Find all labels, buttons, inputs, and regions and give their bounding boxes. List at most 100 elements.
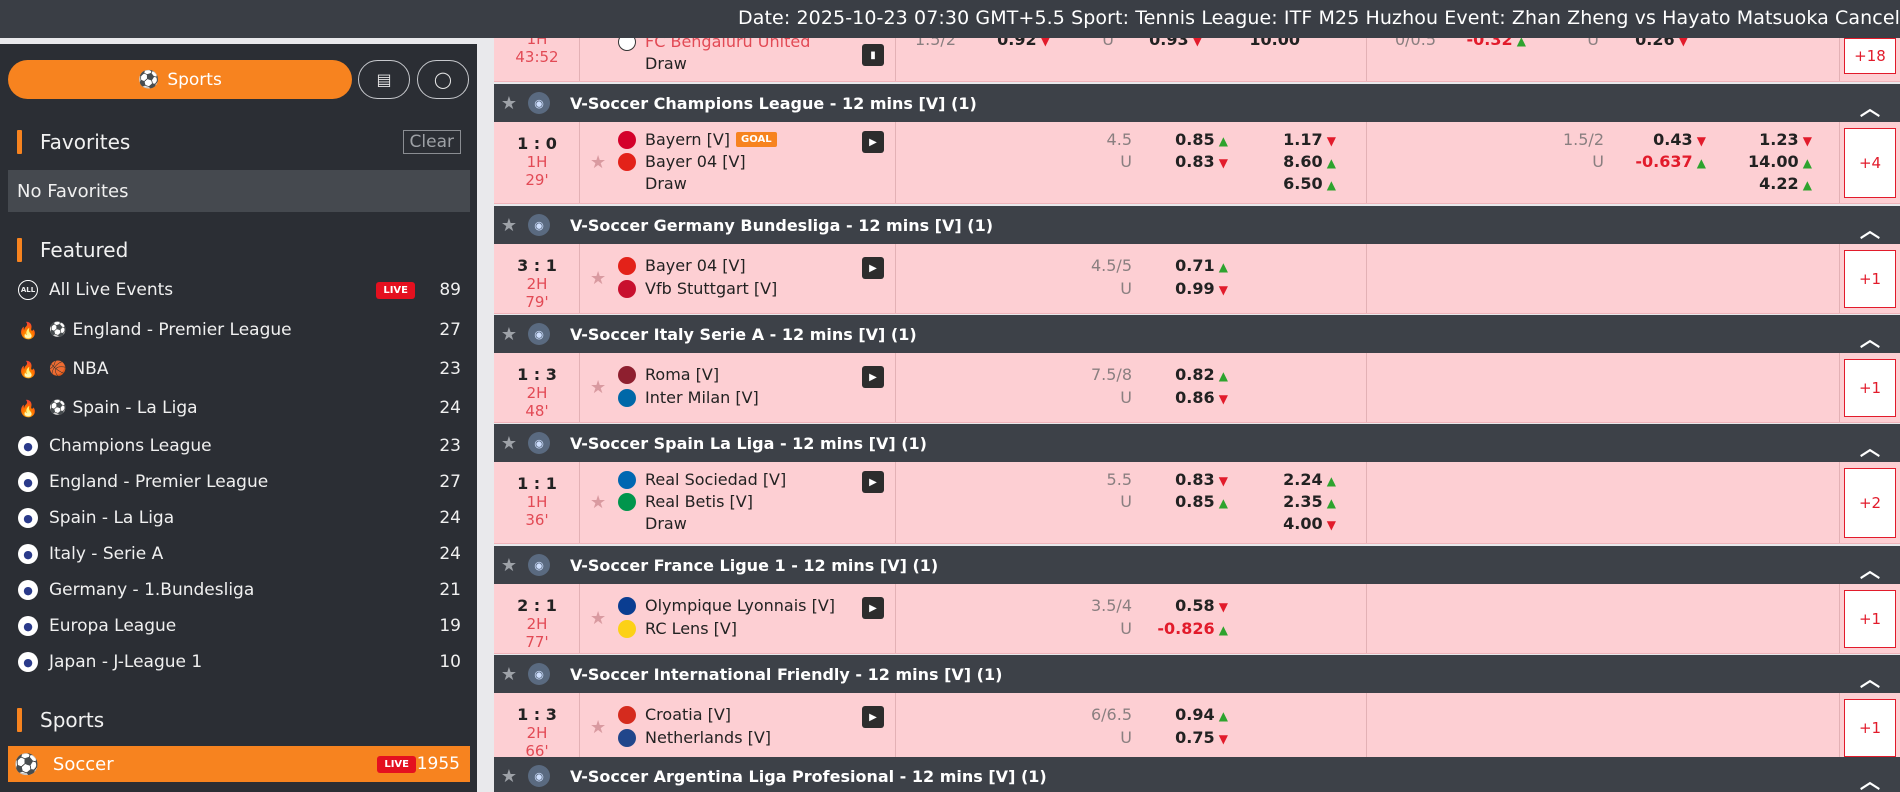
play-icon[interactable]: ▶ — [862, 366, 884, 388]
league-header[interactable]: ★ ◉ V-Soccer Germany Bundesliga - 12 mins … — [494, 206, 1900, 244]
match-row[interactable]: 1 : 3 2H 48' ★ Roma [V] Inter Milan [V] ▶ 7.5/8… — [494, 353, 1900, 423]
sidebar-item-soccer[interactable]: ⚽ Soccer LIVE 1955 — [8, 746, 470, 782]
odd-cell[interactable]: -0.826 ▲ — [1148, 619, 1228, 638]
odd-cell[interactable]: 0.58 ▼ — [1148, 596, 1228, 615]
odd-cell[interactable]: 0.85 ▲ — [1148, 492, 1228, 511]
more-markets-button[interactable]: +1 — [1844, 699, 1896, 757]
team-away-name: Bayer 04 [V] — [645, 152, 746, 171]
chevron-up-icon[interactable]: ︿ — [1860, 92, 1880, 121]
sidebar-item-featured[interactable]: 🔥 ⚽ England - Premier League 27 — [0, 314, 477, 346]
sidebar-item-featured[interactable]: 🔥 ⚽ Spain - La Liga 24 — [0, 392, 477, 424]
chevron-up-icon[interactable]: ︿ — [1860, 214, 1880, 243]
match-row[interactable]: 1 : 1 1H 36' ★ Real Sociedad [V] Real Betis [… — [494, 462, 1900, 544]
match-score: 1 : 3 — [517, 365, 557, 384]
star-icon[interactable]: ★ — [494, 215, 524, 236]
sidebar-item-featured[interactable]: ALL All Live Events LIVE 89 — [0, 274, 477, 306]
chevron-up-icon[interactable]: ︿ — [1860, 663, 1880, 692]
seriea-icon: ● — [18, 544, 38, 564]
odd-cell[interactable]: 0.93 ▼ — [1122, 38, 1202, 49]
betslip-button[interactable]: ▤ — [358, 60, 410, 99]
league-header[interactable]: ★ ◉ V-Soccer Italy Serie A - 12 mins [V] (… — [494, 315, 1900, 353]
play-icon[interactable]: ▶ — [862, 706, 884, 728]
odd-cell[interactable]: 0.83 ▼ — [1148, 152, 1228, 171]
odd-cell[interactable]: 14.00 ▲ — [1732, 152, 1812, 171]
odd-cell[interactable]: 0.94 ▲ — [1148, 705, 1228, 724]
league-header[interactable]: ★ ◉ V-Soccer International Friendly - 12 m… — [494, 655, 1900, 693]
match-row[interactable]: 1 : 0 1H 29' ★ Bayern [V] GOAL Bayer 04 [V] Dra… — [494, 122, 1900, 204]
play-icon[interactable]: ▶ — [862, 597, 884, 619]
sidebar-item-featured[interactable]: ● Japan - J-League 1 10 — [0, 646, 477, 678]
chevron-up-icon[interactable]: ︿ — [1860, 323, 1880, 352]
sidebar-item-featured[interactable]: ● Champions League 23 — [0, 430, 477, 462]
favorite-star-icon[interactable]: ★ — [590, 608, 606, 629]
odd-cell[interactable]: 0.26 ▼ — [1608, 38, 1688, 49]
chevron-up-icon[interactable]: ︿ — [1860, 554, 1880, 583]
odd-cell[interactable]: 0.71 ▲ — [1148, 256, 1228, 275]
match-row[interactable]: 1 : 3 2H 66' ★ Croatia [V] Netherlands [V] ▶ 6/… — [494, 693, 1900, 763]
star-icon[interactable]: ★ — [494, 324, 524, 345]
odd-cell[interactable]: -0.32 ▲ — [1446, 38, 1526, 49]
sidebar-item-featured[interactable]: 🔥 🏀 NBA 23 — [0, 353, 477, 385]
star-icon[interactable]: ★ — [494, 555, 524, 576]
star-icon[interactable]: ★ — [494, 766, 524, 787]
favorite-star-icon[interactable]: ★ — [590, 377, 606, 398]
more-markets-button[interactable]: +1 — [1844, 590, 1896, 648]
odd-cell[interactable]: 10.00 — [1220, 38, 1300, 49]
league-header[interactable]: ★ ◉ V-Soccer Argentina Liga Profesional … — [494, 757, 1900, 792]
basketball-icon: 🏀 — [49, 361, 67, 377]
sidebar-item-featured[interactable]: ● Spain - La Liga 24 — [0, 502, 477, 534]
odd-cell[interactable]: 0.99 ▼ — [1148, 279, 1228, 298]
match-row[interactable]: 3 : 1 2H 79' ★ Bayer 04 [V] Vfb Stuttgart [V]… — [494, 244, 1900, 314]
more-markets-button[interactable]: +1 — [1844, 359, 1896, 417]
sidebar-item-featured[interactable]: ● Europa League 19 — [0, 610, 477, 642]
chevron-up-icon[interactable]: ︿ — [1860, 765, 1880, 792]
chevron-up-icon[interactable]: ︿ — [1860, 432, 1880, 461]
odd-cell[interactable]: 2.24 ▲ — [1256, 470, 1336, 489]
odd-cell[interactable]: 0.43 ▼ — [1626, 130, 1706, 149]
play-icon[interactable]: ▶ — [862, 131, 884, 153]
league-header[interactable]: ★ ◉ V-Soccer Spain La Liga - 12 mins [V] (… — [494, 424, 1900, 462]
league-header[interactable]: ★ ◉ V-Soccer Champions League - 12 mins [V… — [494, 84, 1900, 122]
odd-cell[interactable]: 0.82 ▲ — [1148, 365, 1228, 384]
odd-cell[interactable]: 4.22 ▲ — [1732, 174, 1812, 193]
more-markets-button[interactable]: +1 — [1844, 250, 1896, 308]
more-markets-button[interactable]: +18 — [1844, 38, 1896, 74]
star-icon[interactable]: ★ — [494, 93, 524, 114]
star-icon[interactable]: ★ — [494, 433, 524, 454]
favorite-star-icon[interactable]: ★ — [590, 268, 606, 289]
favorite-star-icon[interactable]: ★ — [590, 152, 606, 173]
odd-cell[interactable]: 1.23 ▼ — [1732, 130, 1812, 149]
match-row-partial[interactable]: 1H 43:52 FC Bengaluru United Draw ▮ 1.5/… — [494, 38, 1900, 82]
more-markets-button[interactable]: +2 — [1844, 468, 1896, 538]
account-button[interactable]: ◯ — [417, 60, 469, 99]
play-icon[interactable]: ▶ — [862, 257, 884, 279]
odd-cell[interactable]: 6.50 ▲ — [1256, 174, 1336, 193]
league-header[interactable]: ★ ◉ V-Soccer France Ligue 1 - 12 mins [V] … — [494, 546, 1900, 584]
sidebar-item-featured[interactable]: ● Italy - Serie A 24 — [0, 538, 477, 570]
more-markets-button[interactable]: +4 — [1844, 128, 1896, 198]
stats-icon[interactable]: ▮ — [862, 44, 884, 66]
sports-button[interactable]: ⚽ Sports — [8, 60, 352, 99]
odd-cell[interactable]: 2.35 ▲ — [1256, 492, 1336, 511]
odd-cell[interactable]: 1.17 ▼ — [1256, 130, 1336, 149]
odd-cell[interactable]: 4.00 ▼ — [1256, 514, 1336, 533]
odd-cell[interactable]: 0.75 ▼ — [1148, 728, 1228, 747]
column-divider — [1366, 584, 1367, 653]
odd-cell[interactable]: 0.83 ▼ — [1148, 470, 1228, 489]
play-icon[interactable]: ▶ — [862, 471, 884, 493]
favorite-star-icon[interactable]: ★ — [590, 492, 606, 513]
match-row[interactable]: 2 : 1 2H 77' ★ Olympique Lyonnais [V] RC Lens… — [494, 584, 1900, 654]
sidebar-item-featured[interactable]: ● Germany - 1.Bundesliga 21 — [0, 574, 477, 606]
odd-cell[interactable]: 0.86 ▼ — [1148, 388, 1228, 407]
odd-cell[interactable]: 0.85 ▲ — [1148, 130, 1228, 149]
star-icon[interactable]: ★ — [494, 664, 524, 685]
favorite-star-icon[interactable]: ★ — [590, 717, 606, 738]
sidebar-topbar: ⚽ Sports ▤ ◯ — [0, 44, 477, 114]
clear-button[interactable]: Clear — [402, 130, 461, 154]
match-minute: 79' — [525, 293, 549, 311]
odd-cell[interactable]: 8.60 ▲ — [1256, 152, 1336, 171]
odd-cell[interactable]: 0.92 ▼ — [970, 38, 1050, 49]
sidebar-item-featured[interactable]: ● England - Premier League 27 — [0, 466, 477, 498]
arrow-down-icon: ▼ — [1214, 283, 1228, 297]
odd-cell[interactable]: -0.637 ▲ — [1626, 152, 1706, 171]
